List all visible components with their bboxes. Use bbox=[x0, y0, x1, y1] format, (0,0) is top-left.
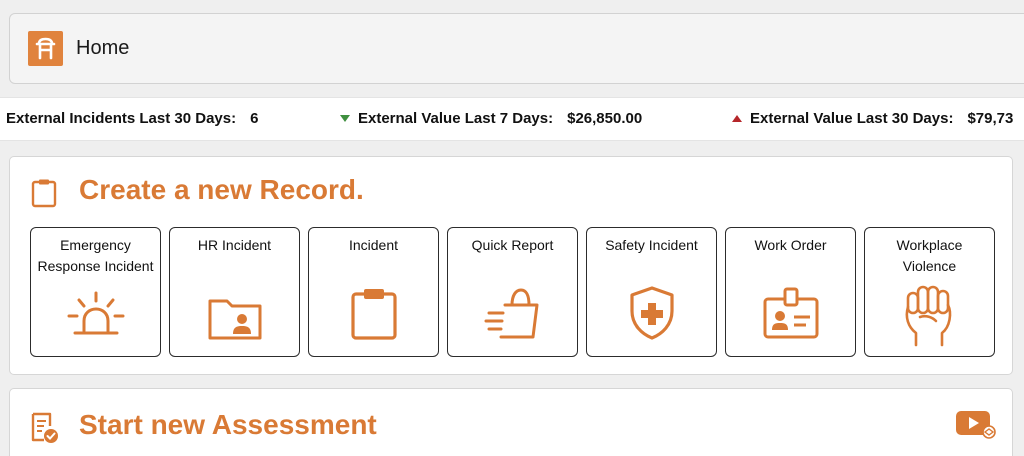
ticker-item-value-30d: External Value Last 30 Days: $79,73 bbox=[732, 110, 1013, 127]
metrics-ticker: External Incidents Last 30 Days: 6 Exter… bbox=[0, 97, 1024, 141]
clipboard-icon bbox=[349, 287, 399, 346]
shield-plus-icon bbox=[628, 285, 676, 346]
ticker-value: $26,850.00 bbox=[567, 110, 643, 127]
ticker-label: External Value Last 7 Days: bbox=[358, 110, 554, 127]
card-label: Workplace Violence bbox=[896, 237, 963, 274]
create-record-panel: Create a new Record. Emergency Response … bbox=[9, 156, 1013, 375]
ticker-item-value-7d: External Value Last 7 Days: $26,850.00 bbox=[340, 110, 642, 127]
card-label: Incident bbox=[348, 237, 399, 253]
trend-up-icon bbox=[732, 115, 742, 122]
siren-icon bbox=[65, 291, 127, 346]
ticker-label: External Incidents Last 30 Days: bbox=[6, 110, 237, 127]
assessment-panel: Start new Assessment bbox=[9, 388, 1013, 456]
page-title: Home bbox=[76, 37, 130, 59]
record-card-safety-incident[interactable]: Safety Incident bbox=[586, 227, 717, 357]
record-card-incident[interactable]: Incident bbox=[308, 227, 439, 357]
card-label: Quick Report bbox=[471, 237, 554, 253]
ticker-value: 6 bbox=[250, 110, 259, 127]
record-card-work-order[interactable]: Work Order bbox=[725, 227, 856, 357]
record-card-hr-incident[interactable]: HR Incident bbox=[169, 227, 300, 357]
record-card-emergency-response-incident[interactable]: Emergency Response Incident bbox=[30, 227, 161, 357]
card-label: Work Order bbox=[754, 237, 827, 253]
create-record-title: Create a new Record. bbox=[79, 174, 364, 205]
app-logo-icon[interactable] bbox=[28, 31, 63, 66]
ticker-value: $79,73 bbox=[967, 110, 1014, 127]
assessment-title: Start new Assessment bbox=[79, 409, 377, 440]
ticker-item-incidents-30d: External Incidents Last 30 Days: 6 bbox=[6, 110, 258, 127]
fast-shopping-bag-icon bbox=[483, 287, 543, 346]
user-folder-icon bbox=[206, 295, 264, 346]
video-tutorial-icon[interactable] bbox=[954, 409, 996, 444]
card-label: HR Incident bbox=[197, 237, 272, 253]
card-label: Emergency Response Incident bbox=[37, 237, 154, 274]
certificate-check-icon bbox=[30, 412, 60, 449]
card-label: Safety Incident bbox=[605, 237, 698, 253]
raised-fist-icon bbox=[900, 283, 960, 352]
trend-down-icon bbox=[340, 115, 350, 122]
clipboard-icon bbox=[30, 178, 58, 213]
record-card-quick-report[interactable]: Quick Report bbox=[447, 227, 578, 357]
top-header: Home bbox=[9, 13, 1024, 84]
record-card-workplace-violence[interactable]: Workplace Violence bbox=[864, 227, 995, 357]
id-badge-icon bbox=[762, 287, 820, 346]
ticker-label: External Value Last 30 Days: bbox=[750, 110, 954, 127]
